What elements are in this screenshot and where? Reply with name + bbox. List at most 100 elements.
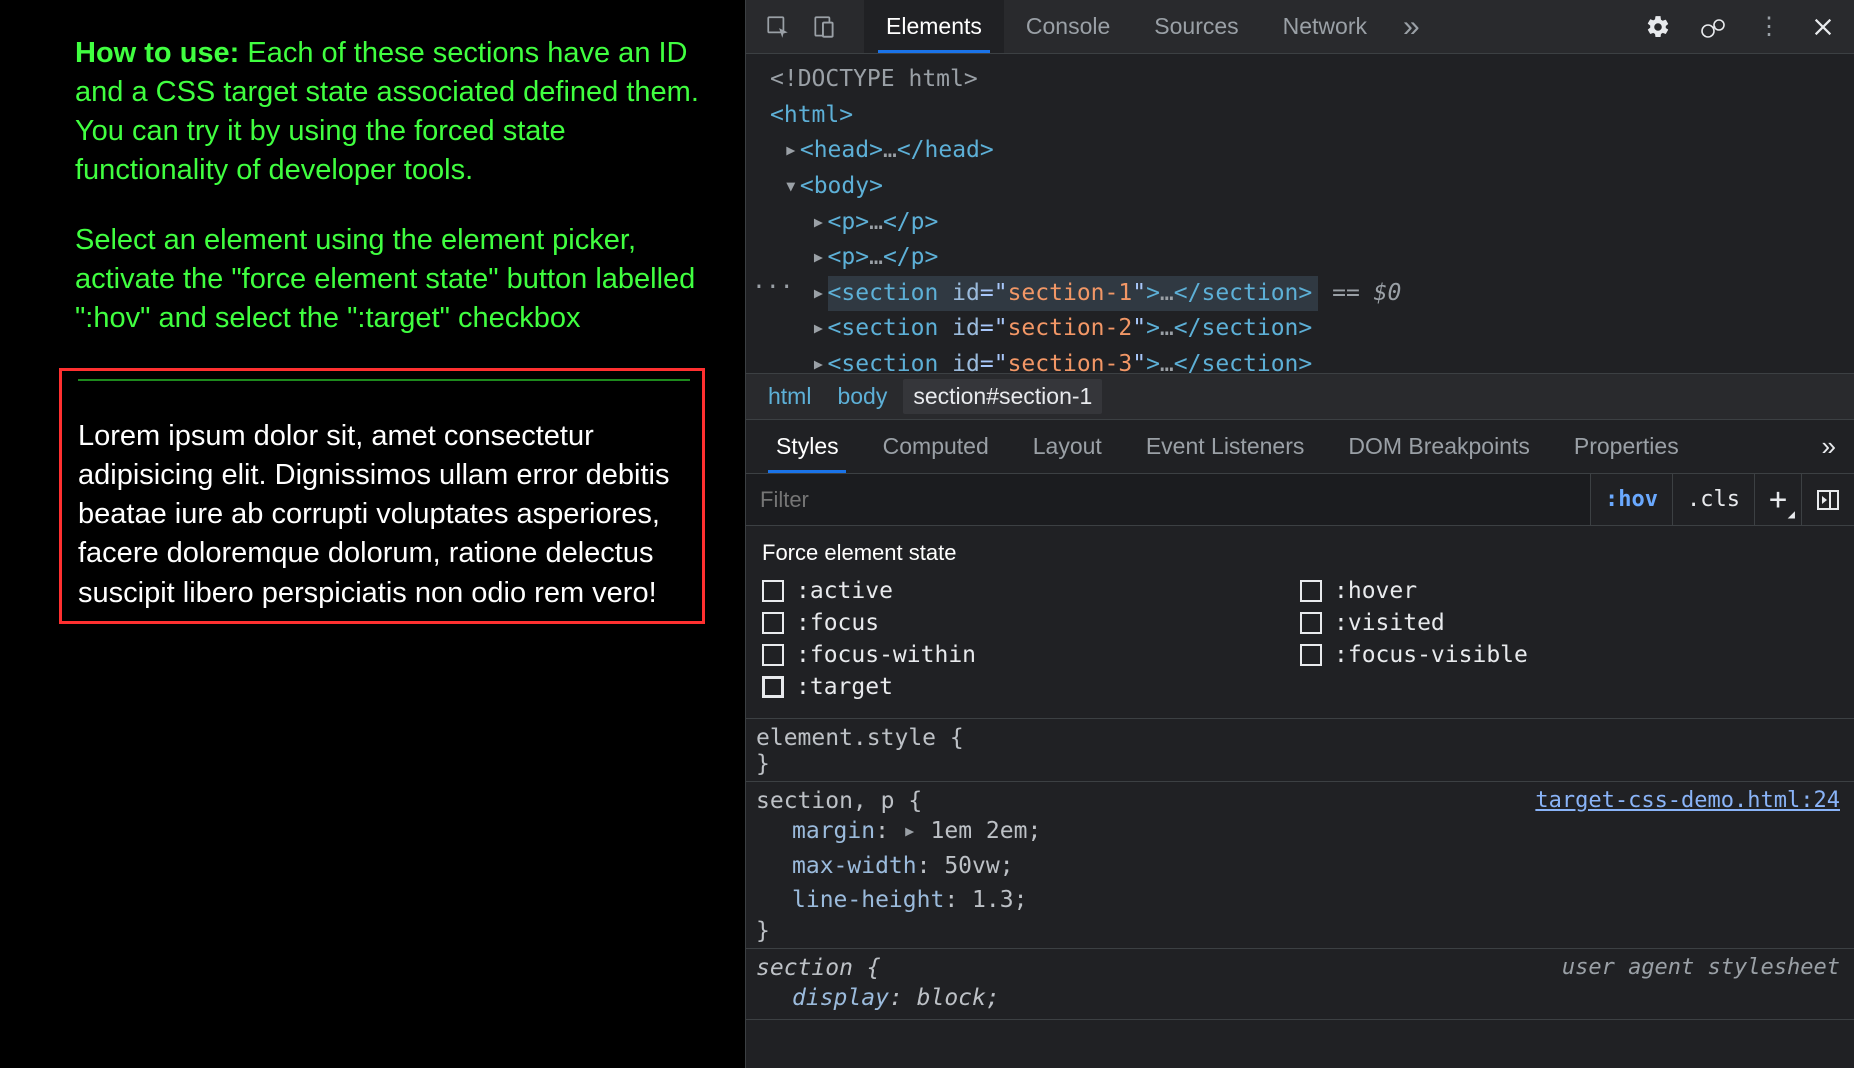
rule2-open: {: [908, 788, 922, 814]
rule-element-style[interactable]: element.style { }: [746, 719, 1854, 782]
dom-section-1[interactable]: <section id="section-1">…</section>: [828, 276, 1319, 312]
margin-expand-icon[interactable]: ▸: [889, 818, 917, 844]
gear-icon[interactable]: [1645, 14, 1671, 40]
subtab-computed[interactable]: Computed: [863, 420, 1009, 473]
dom-breadcrumb: html body section#section-1: [746, 374, 1854, 420]
new-rule-chevron-icon: ◢: [1788, 507, 1795, 521]
state-hover[interactable]: :hover: [1300, 578, 1838, 604]
styles-subtabs: Styles Computed Layout Event Listeners D…: [746, 420, 1854, 474]
state-target[interactable]: :target: [762, 674, 1300, 700]
force-state-title: Force element state: [762, 540, 1838, 566]
collapse-body-icon[interactable]: ▾: [784, 169, 800, 205]
rule2-p1-name: margin: [792, 818, 875, 844]
checkbox-hover[interactable]: [1300, 580, 1322, 602]
state-active[interactable]: :active: [762, 578, 1300, 604]
subtab-layout-label: Layout: [1033, 433, 1102, 460]
dollar-zero-label: == $0: [1318, 280, 1401, 306]
ua-stylesheet-label: user agent stylesheet: [1562, 955, 1840, 980]
subtab-dombreakpoints[interactable]: DOM Breakpoints: [1328, 420, 1550, 473]
rule2-p2-val: 50vw: [930, 853, 999, 879]
dom-html-open[interactable]: <html>: [770, 102, 853, 128]
tab-network[interactable]: Network: [1261, 0, 1389, 53]
close-icon[interactable]: [1812, 16, 1834, 38]
expand-p1-icon[interactable]: ▸: [812, 205, 828, 241]
checkbox-focus-visible[interactable]: [1300, 644, 1322, 666]
rendered-page-pane: How to use: Each of these sections have …: [0, 0, 745, 1068]
tabs-overflow-icon[interactable]: »: [1389, 0, 1434, 53]
expand-sec1-icon[interactable]: ▸: [812, 276, 828, 312]
state-focus[interactable]: :focus: [762, 610, 1300, 636]
device-toggle-icon[interactable]: [804, 7, 844, 47]
tab-sources-label: Sources: [1154, 13, 1238, 40]
rule-ua-section[interactable]: user agent stylesheet section { display:…: [746, 949, 1854, 1021]
toolbar-right-icons: ⋮: [1645, 12, 1846, 41]
more-menu-icon[interactable]: ⋮: [1757, 12, 1784, 41]
state-focus-visible[interactable]: :focus-visible: [1300, 642, 1838, 668]
devtools-pane: Elements Console Sources Network » ⋮: [745, 0, 1854, 1068]
subtab-dombreakpoints-label: DOM Breakpoints: [1348, 433, 1530, 460]
tab-sources[interactable]: Sources: [1132, 0, 1260, 53]
checkbox-focus[interactable]: [762, 612, 784, 634]
subtab-eventlisteners-label: Event Listeners: [1146, 433, 1305, 460]
howto-paragraph-1: How to use: Each of these sections have …: [75, 34, 705, 191]
tab-console[interactable]: Console: [1004, 0, 1132, 53]
intro-block: How to use: Each of these sections have …: [75, 34, 705, 338]
expand-p2-icon[interactable]: ▸: [812, 240, 828, 276]
subtabs-overflow-icon[interactable]: »: [1804, 431, 1854, 462]
styles-filter-input[interactable]: [746, 474, 1590, 525]
rule3-open: {: [867, 955, 881, 981]
checkbox-visited[interactable]: [1300, 612, 1322, 634]
styles-filter-row: :hov .cls + ◢: [746, 474, 1854, 526]
experiments-icon[interactable]: [1699, 14, 1729, 40]
crumb-section[interactable]: section#section-1: [903, 379, 1102, 414]
rule3-p1-val: block: [903, 985, 986, 1011]
checkbox-target[interactable]: [762, 676, 784, 698]
rule1-close-brace: }: [756, 751, 770, 777]
rule2-p2-name: max-width: [792, 853, 917, 879]
howto-label: How to use:: [75, 37, 239, 69]
subtab-properties[interactable]: Properties: [1554, 420, 1699, 473]
expand-head-icon[interactable]: ▸: [784, 133, 800, 169]
rule1-open-brace: {: [950, 725, 964, 751]
rule2-source-link[interactable]: target-css-demo.html:24: [1535, 788, 1840, 813]
dom-tree-wrap: ... <!DOCTYPE html> <html> ▸<head>…</hea…: [746, 54, 1854, 374]
tab-elements-label: Elements: [886, 13, 982, 40]
lorem-text: Lorem ipsum dolor sit, amet consectetur …: [78, 417, 690, 613]
state-focus-within[interactable]: :focus-within: [762, 642, 1300, 668]
hov-button[interactable]: :hov: [1590, 474, 1672, 525]
rule1-selector: element.style: [756, 725, 950, 751]
rule2-close: }: [756, 918, 770, 944]
subtab-layout[interactable]: Layout: [1013, 420, 1122, 473]
tab-elements[interactable]: Elements: [864, 0, 1004, 53]
checkbox-focus-within[interactable]: [762, 644, 784, 666]
state-hover-label: :hover: [1334, 578, 1417, 604]
subtab-eventlisteners[interactable]: Event Listeners: [1126, 420, 1325, 473]
dom-tree[interactable]: <!DOCTYPE html> <html> ▸<head>…</head> ▾…: [746, 54, 1854, 374]
state-target-label: :target: [796, 674, 893, 700]
crumb-body[interactable]: body: [827, 379, 897, 414]
subtab-styles[interactable]: Styles: [756, 420, 859, 473]
checkbox-active[interactable]: [762, 580, 784, 602]
rule3-p1-name: display: [792, 985, 889, 1011]
dom-body-open[interactable]: <body>: [800, 173, 883, 199]
rule-section-p[interactable]: target-css-demo.html:24 section, p { mar…: [746, 782, 1854, 949]
inspect-element-icon[interactable]: [758, 7, 798, 47]
state-focus-visible-label: :focus-visible: [1334, 642, 1528, 668]
crumb-html[interactable]: html: [758, 379, 821, 414]
expand-sec3-icon[interactable]: ▸: [812, 347, 828, 374]
cls-button[interactable]: .cls: [1672, 474, 1754, 525]
new-style-rule-button[interactable]: + ◢: [1754, 474, 1801, 525]
state-visited[interactable]: :visited: [1300, 610, 1838, 636]
state-active-label: :active: [796, 578, 893, 604]
state-visited-label: :visited: [1334, 610, 1445, 636]
toggle-sidebar-icon[interactable]: [1801, 474, 1854, 525]
gutter-ellipsis: ...: [752, 268, 794, 294]
rule2-p1-val: 1em 2em: [917, 818, 1028, 844]
dom-doctype[interactable]: <!DOCTYPE html>: [770, 66, 978, 92]
devtools-toolbar: Elements Console Sources Network » ⋮: [746, 0, 1854, 54]
rule3-selector: section: [756, 955, 867, 981]
state-focus-within-label: :focus-within: [796, 642, 976, 668]
expand-sec2-icon[interactable]: ▸: [812, 311, 828, 347]
force-element-state-panel: Force element state :active :hover :focu…: [746, 526, 1854, 719]
rule2-p3-name: line-height: [792, 887, 944, 913]
